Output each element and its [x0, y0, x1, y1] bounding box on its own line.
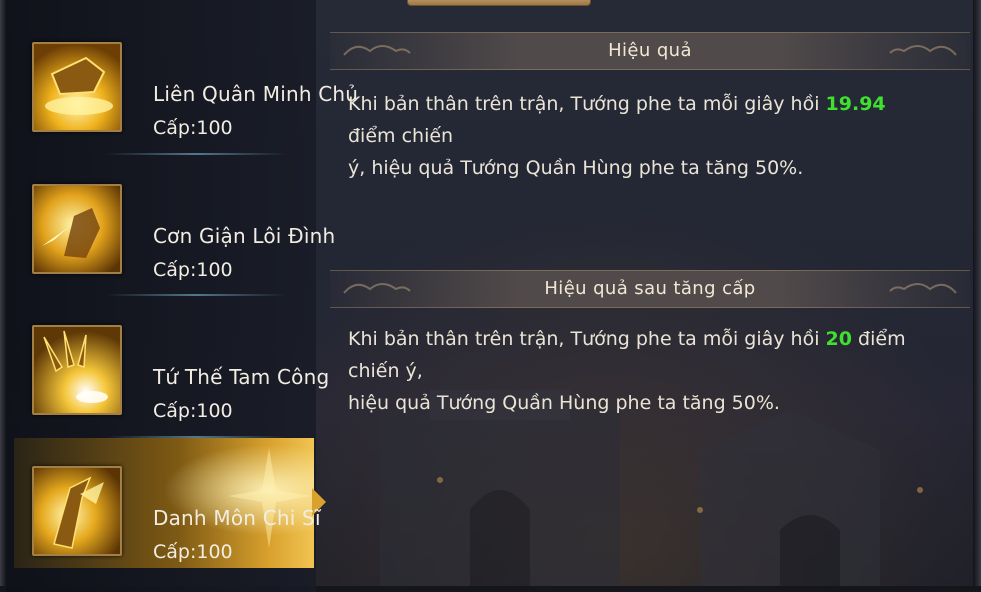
skill-item-lien-quan-minh-chu[interactable]: Liên Quân Minh Chủ Cấp:100 [6, 20, 358, 150]
effect-value: 19.94 [825, 93, 886, 115]
divider [106, 153, 286, 155]
skill-level: Cấp:100 [153, 259, 233, 281]
skill-item-tu-the-tam-cong[interactable]: Tứ Thế Tam Công Cấp:100 [6, 303, 329, 433]
skill-name: Liên Quân Minh Chủ [153, 82, 359, 106]
right-frame [973, 0, 981, 592]
skill-level: Cấp:100 [153, 541, 233, 563]
upgrade-effect-value: 20 [825, 328, 852, 350]
skill-name: Danh Môn Chi Sĩ [153, 506, 321, 530]
skill-item-danh-mon-chi-si[interactable]: Danh Môn Chi Sĩ Cấp:100 [6, 444, 321, 574]
cloud-ornament-icon [889, 283, 957, 294]
skill-level: Cấp:100 [153, 400, 233, 422]
effect-description: Khi bản thân trên trận, Tướng phe ta mỗi… [348, 93, 886, 179]
golden-shield-icon [32, 42, 122, 132]
upgrade-effect-header: Hiệu quả sau tăng cấp [330, 270, 970, 308]
effect-header: Hiệu quả [330, 32, 970, 70]
claws-burst-icon [32, 325, 122, 415]
skill-name: Cơn Giận Lôi Đình [153, 224, 336, 248]
upgrade-effect-title: Hiệu quả sau tăng cấp [544, 278, 756, 299]
top-tab-decoration [407, 0, 591, 6]
skill-level: Cấp:100 [153, 117, 233, 139]
effect-title: Hiệu quả [608, 40, 692, 61]
skill-name: Tứ Thế Tam Công [153, 365, 330, 389]
warrior-strike-icon [32, 184, 122, 274]
cloud-ornament-icon [889, 45, 957, 56]
skill-item-con-gian-loi-dinh[interactable]: Cơn Giận Lôi Đình Cấp:100 [6, 162, 335, 292]
golden-blade-icon [32, 466, 122, 556]
divider [106, 294, 286, 296]
upgrade-effect-description: Khi bản thân trên trận, Tướng phe ta mỗi… [348, 328, 906, 414]
